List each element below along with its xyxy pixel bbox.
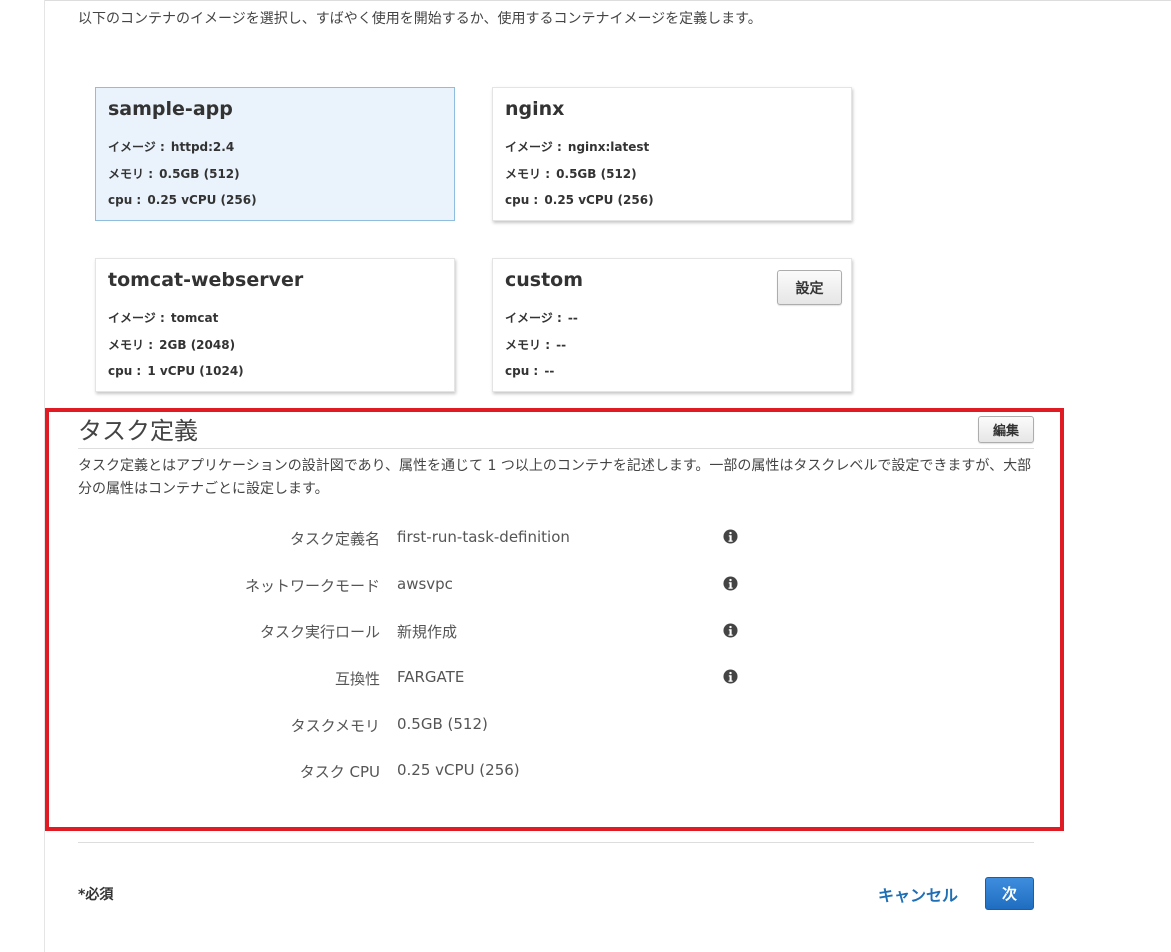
container-card-sample-app[interactable]: sample-app イメージhttpd:2.4 メモリ0.5GB (512) … xyxy=(95,87,455,221)
info-circle-icon[interactable] xyxy=(723,623,738,638)
field-label-network-mode: ネットワークモード xyxy=(244,577,380,595)
card-image-row: イメージnginx:latest xyxy=(505,138,649,155)
section-title: タスク定義 xyxy=(78,417,198,445)
field-label-task-execution-role: タスク実行ロール xyxy=(259,623,380,641)
required-note: *必須 xyxy=(78,887,114,903)
configure-button[interactable]: 設定 xyxy=(777,270,842,305)
card-cpu-row: cpu-- xyxy=(505,364,554,378)
container-card-custom[interactable]: custom 設定 イメージ-- メモリ-- cpu-- xyxy=(492,258,852,392)
field-label-compatibility: 互換性 xyxy=(334,670,380,688)
field-label-task-definition-name: タスク定義名 xyxy=(289,530,380,548)
field-value-task-definition-name: first-run-task-definition xyxy=(397,528,570,546)
card-title: tomcat-webserver xyxy=(108,269,304,291)
cancel-button[interactable]: キャンセル xyxy=(878,882,958,906)
section-description: タスク定義とはアプリケーションの設計図であり、属性を通じて 1 つ以上のコンテナ… xyxy=(78,458,1032,497)
card-cpu-row: cpu1 vCPU (1024) xyxy=(108,364,244,378)
card-memory-row: メモリ2GB (2048) xyxy=(108,336,235,353)
card-title: nginx xyxy=(505,98,565,120)
field-value-task-execution-role: 新規作成 xyxy=(397,623,458,641)
card-image-row: イメージhttpd:2.4 xyxy=(108,138,234,155)
field-value-network-mode: awsvpc xyxy=(397,575,453,593)
card-memory-row: メモリ0.5GB (512) xyxy=(505,165,637,182)
info-circle-icon[interactable] xyxy=(723,529,738,544)
card-cpu-row: cpu0.25 vCPU (256) xyxy=(108,193,257,207)
card-title: sample-app xyxy=(108,98,233,120)
field-value-compatibility: FARGATE xyxy=(397,668,465,686)
card-memory-row: メモリ-- xyxy=(505,336,566,353)
card-title: custom xyxy=(505,269,584,291)
footer-divider xyxy=(78,842,1034,843)
info-circle-icon[interactable] xyxy=(723,576,738,591)
card-memory-row: メモリ0.5GB (512) xyxy=(108,165,240,182)
section-divider xyxy=(78,448,1034,449)
info-circle-icon[interactable] xyxy=(723,669,738,684)
edit-button[interactable]: 編集 xyxy=(978,416,1034,443)
next-button[interactable]: 次 xyxy=(985,877,1034,910)
field-value-task-cpu: 0.25 vCPU (256) xyxy=(397,761,520,779)
intro-text: 以下のコンテナのイメージを選択し、すばやく使用を開始するか、使用するコンテナイメ… xyxy=(78,11,762,27)
field-label-task-cpu: タスク CPU xyxy=(299,763,380,781)
field-label-task-memory: タスクメモリ xyxy=(290,717,380,735)
container-card-nginx[interactable]: nginx イメージnginx:latest メモリ0.5GB (512) cp… xyxy=(492,87,852,221)
card-cpu-row: cpu0.25 vCPU (256) xyxy=(505,193,654,207)
top-divider xyxy=(44,0,1171,1)
card-image-row: イメージ-- xyxy=(505,309,578,326)
card-image-row: イメージtomcat xyxy=(108,309,218,326)
container-card-tomcat-webserver[interactable]: tomcat-webserver イメージtomcat メモリ2GB (2048… xyxy=(95,258,455,392)
field-value-task-memory: 0.5GB (512) xyxy=(397,715,488,733)
